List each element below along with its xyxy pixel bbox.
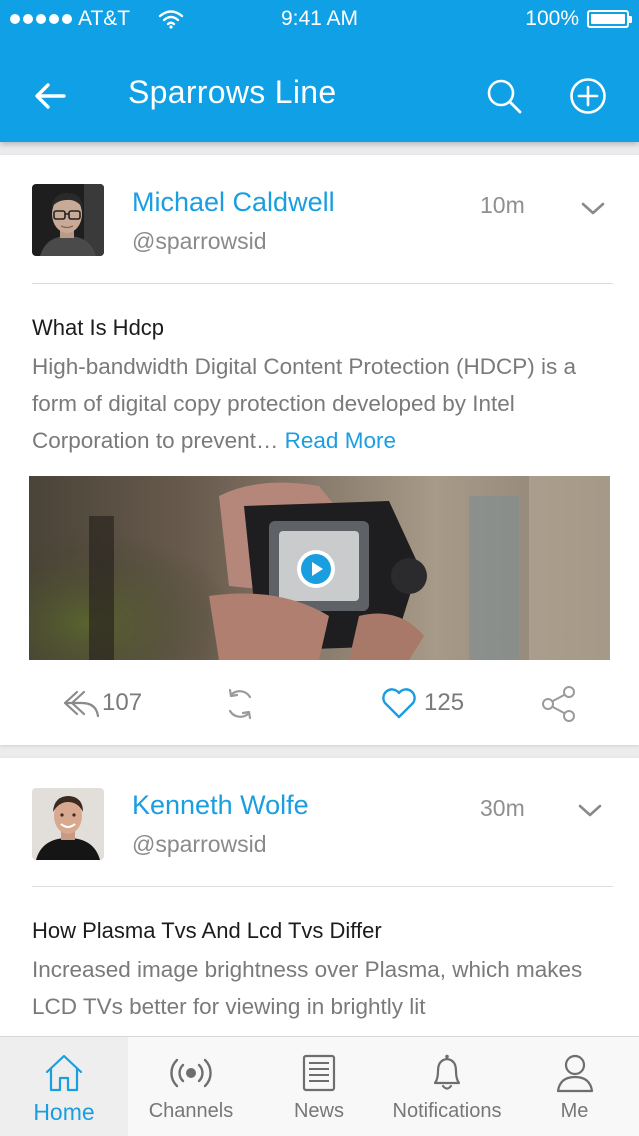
chevron-down-icon[interactable] xyxy=(577,803,603,819)
tab-news[interactable]: News xyxy=(254,1037,384,1136)
post-video-thumbnail[interactable] xyxy=(29,476,610,660)
nav-bar: Sparrows Line xyxy=(0,60,639,132)
divider xyxy=(32,283,613,284)
tab-label: Me xyxy=(560,1100,589,1122)
bell-icon xyxy=(433,1054,461,1090)
chevron-down-icon[interactable] xyxy=(580,201,606,217)
post-actions: 107 125 xyxy=(0,680,639,726)
post-card: Kenneth Wolfe @sparrowsid 30m How Plasma… xyxy=(0,758,639,1048)
tab-me[interactable]: Me xyxy=(510,1037,639,1136)
author-handle: @sparrowsid xyxy=(132,831,267,857)
battery-icon xyxy=(587,10,632,28)
tab-label: News xyxy=(293,1100,344,1122)
battery-group: 100% xyxy=(525,7,632,31)
battery-percent: 100% xyxy=(525,7,579,30)
home-icon xyxy=(45,1054,83,1092)
post-body-text: Increased image brightness over Plasma, … xyxy=(32,957,583,1019)
search-icon[interactable] xyxy=(484,76,524,116)
reply-icon xyxy=(63,690,100,718)
repost-icon[interactable] xyxy=(222,686,258,722)
newspaper-icon xyxy=(302,1054,336,1092)
share-icon[interactable] xyxy=(540,685,578,723)
tab-label: Home xyxy=(33,1099,95,1125)
tab-bar: Home Channels News Notifications Me xyxy=(0,1036,639,1136)
broadcast-icon xyxy=(170,1058,212,1088)
status-bar: AT&T 9:41 AM 100% xyxy=(0,0,639,38)
like-count: 125 xyxy=(424,689,465,716)
reply-count: 107 xyxy=(102,689,143,716)
page-title: Sparrows Line xyxy=(128,74,337,110)
tab-label: Notifications xyxy=(392,1100,502,1122)
tab-label: Channels xyxy=(148,1100,234,1122)
avatar[interactable] xyxy=(32,788,104,860)
play-icon xyxy=(301,554,331,584)
author-name[interactable]: Michael Caldwell xyxy=(132,187,335,218)
heart-icon xyxy=(382,688,416,719)
post-time: 30m xyxy=(480,795,525,821)
divider xyxy=(32,886,613,887)
back-arrow-icon[interactable] xyxy=(30,76,70,116)
tab-channels[interactable]: Channels xyxy=(128,1037,254,1136)
play-button[interactable] xyxy=(297,550,335,588)
post-card: Michael Caldwell @sparrowsid 10m What Is… xyxy=(0,155,639,745)
post-body: Increased image brightness over Plasma, … xyxy=(32,951,602,1025)
author-name[interactable]: Kenneth Wolfe xyxy=(132,790,309,821)
like-button[interactable]: 125 xyxy=(380,686,464,720)
tab-home[interactable]: Home xyxy=(0,1037,128,1136)
reply-button[interactable]: 107 xyxy=(62,686,142,720)
post-time: 10m xyxy=(480,192,525,218)
tab-notifications[interactable]: Notifications xyxy=(384,1037,510,1136)
author-handle: @sparrowsid xyxy=(132,228,267,254)
add-post-icon[interactable] xyxy=(568,76,608,116)
user-icon xyxy=(556,1054,593,1093)
app-header: AT&T 9:41 AM 100% Sparrows Line xyxy=(0,0,639,142)
post-title[interactable]: How Plasma Tvs And Lcd Tvs Differ xyxy=(32,918,382,944)
avatar[interactable] xyxy=(32,184,104,256)
post-title[interactable]: What Is Hdcp xyxy=(32,315,164,341)
post-body: High-bandwidth Digital Content Protectio… xyxy=(32,348,602,459)
read-more-link[interactable]: Read More xyxy=(285,428,396,453)
